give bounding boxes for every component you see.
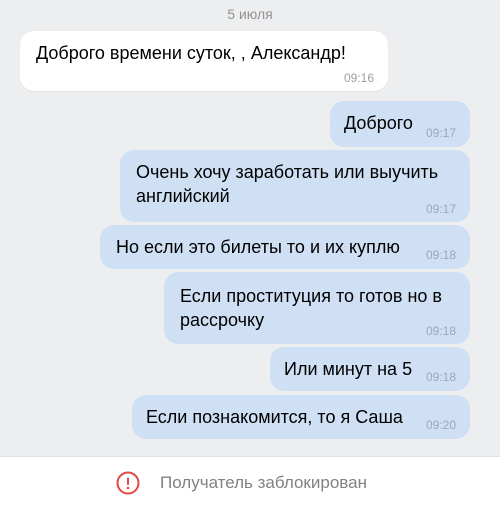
message-bubble-outgoing[interactable]: Доброго 09:17 — [330, 101, 470, 147]
message-time: 09:20 — [425, 418, 456, 432]
alert-circle-icon — [116, 471, 140, 495]
message-bubble-outgoing[interactable]: Если проституция то готов но в рассрочку… — [164, 272, 470, 344]
message-text: Доброго времени суток, , Александр! — [36, 43, 346, 63]
message-time: 09:17 — [425, 126, 456, 140]
message-bubble-outgoing[interactable]: Но если это билеты то и их куплю 09:18 — [100, 225, 470, 269]
message-time: 09:16 — [343, 71, 374, 85]
message-bubble-incoming[interactable]: Доброго времени суток, , Александр! 09:1… — [20, 31, 388, 91]
message-bubble-outgoing[interactable]: Очень хочу заработать или выучить англий… — [120, 150, 470, 222]
blocked-recipient-bar: Получатель заблокирован — [0, 456, 500, 508]
message-text: Но если это билеты то и их куплю — [116, 237, 400, 257]
message-bubble-outgoing[interactable]: Если познакомится, то я Саша 09:20 — [132, 395, 470, 439]
message-time: 09:18 — [425, 324, 456, 338]
message-text: Если проституция то готов но в рассрочку — [180, 286, 442, 330]
message-time: 09:18 — [425, 370, 456, 384]
message-time: 09:17 — [425, 202, 456, 216]
date-separator: 5 июля — [227, 6, 273, 22]
chat-history: 5 июля Доброго времени суток, , Александ… — [0, 0, 500, 456]
message-text: Если познакомится, то я Саша — [146, 407, 403, 427]
message-text: Очень хочу заработать или выучить англий… — [136, 162, 439, 206]
blocked-status-text: Получатель заблокирован — [160, 473, 367, 492]
message-time: 09:18 — [425, 248, 456, 262]
message-bubble-outgoing[interactable]: Или минут на 5 09:18 — [270, 347, 470, 391]
